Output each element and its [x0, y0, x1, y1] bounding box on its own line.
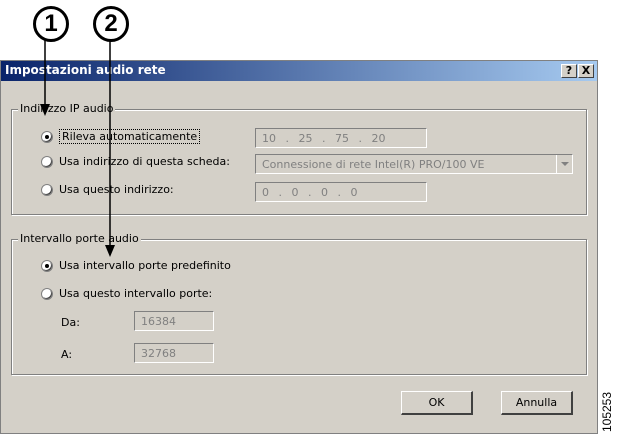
- radio-auto-detect[interactable]: Rileva automaticamente: [41, 129, 201, 144]
- radio-use-adapter[interactable]: Usa indirizzo di questa scheda:: [41, 155, 230, 168]
- radio-custom-ports-control[interactable]: [41, 287, 53, 300]
- radio-use-address[interactable]: Usa questo indirizzo:: [41, 183, 174, 196]
- figure-id: 105253: [600, 388, 614, 436]
- close-button[interactable]: X: [578, 64, 594, 78]
- radio-default-ports-control[interactable]: [41, 259, 53, 272]
- callout-1: 1: [33, 6, 69, 42]
- radio-auto-detect-control[interactable]: [41, 130, 53, 143]
- dialog-title: Impostazioni audio rete: [5, 63, 166, 77]
- radio-use-address-control[interactable]: [41, 183, 53, 196]
- to-port-field[interactable]: 32768: [134, 343, 214, 363]
- from-port-label: Da:: [61, 316, 80, 329]
- cancel-button[interactable]: Annulla: [501, 391, 573, 415]
- figure-id-text: 105253: [600, 391, 614, 433]
- to-port-label: A:: [61, 348, 73, 361]
- callout-1-number: 1: [44, 10, 58, 37]
- radio-use-adapter-control[interactable]: [41, 155, 53, 168]
- chevron-down-icon[interactable]: [556, 155, 572, 173]
- radio-custom-ports[interactable]: Usa questo intervallo porte:: [41, 287, 212, 300]
- radio-auto-detect-label: Rileva automaticamente: [59, 129, 201, 144]
- ok-button[interactable]: OK: [401, 391, 473, 415]
- adapter-dropdown[interactable]: Connessione di rete Intel(R) PRO/100 VE: [255, 154, 573, 174]
- callout-2: 2: [93, 6, 129, 42]
- adapter-dropdown-value: Connessione di rete Intel(R) PRO/100 VE: [262, 158, 485, 171]
- radio-use-address-label: Usa questo indirizzo:: [59, 183, 174, 196]
- ip-audio-group-legend: Indirizzo IP audio: [18, 102, 116, 115]
- help-button[interactable]: ?: [561, 64, 577, 78]
- title-bar: Impostazioni audio rete ? X: [1, 61, 597, 81]
- radio-custom-ports-label: Usa questo intervallo porte:: [59, 287, 213, 300]
- manual-ip-field[interactable]: 0 . 0 . 0 . 0: [255, 182, 427, 202]
- audio-ports-group-legend: Intervallo porte audio: [18, 232, 141, 245]
- auto-ip-field: 10 . 25 . 75 . 20: [255, 128, 427, 148]
- callout-2-number: 2: [104, 10, 118, 37]
- from-port-field[interactable]: 16384: [134, 311, 214, 331]
- radio-default-ports-label: Usa intervallo porte predefinito: [59, 259, 231, 272]
- radio-use-adapter-label: Usa indirizzo di questa scheda:: [59, 155, 230, 168]
- radio-default-ports[interactable]: Usa intervallo porte predefinito: [41, 259, 231, 272]
- network-audio-settings-dialog: Impostazioni audio rete ? X Indirizzo IP…: [0, 60, 598, 434]
